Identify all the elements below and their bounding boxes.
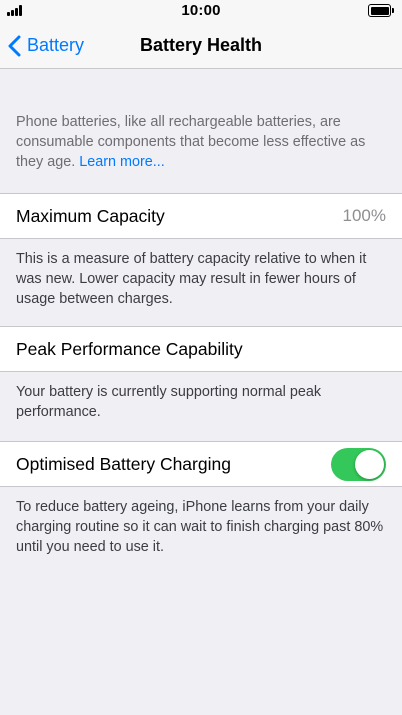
status-bar: 10:00 (0, 0, 402, 22)
toggle-knob (355, 449, 384, 479)
maximum-capacity-footer: This is a measure of battery capacity re… (16, 251, 367, 307)
maximum-capacity-value: 100% (342, 206, 386, 225)
optimised-charging-row: Optimised Battery Charging (0, 441, 402, 487)
status-time: 10:00 (181, 2, 221, 19)
optimised-charging-label: Optimised Battery Charging (16, 453, 231, 474)
peak-performance-row: Peak Performance Capability (0, 326, 402, 372)
peak-performance-footer: Your battery is currently supporting nor… (16, 384, 322, 420)
maximum-capacity-label: Maximum Capacity (16, 205, 165, 226)
optimised-charging-footer: To reduce battery ageing, iPhone learns … (16, 499, 384, 555)
battery-icon (368, 4, 394, 17)
page-title: Battery Health (139, 35, 263, 55)
navigation-bar: Battery Battery Health (0, 22, 402, 69)
maximum-capacity-row: Maximum Capacity 100% (0, 193, 402, 239)
peak-performance-label: Peak Performance Capability (16, 338, 243, 359)
intro-text: Phone batteries, like all rechargeable b… (16, 112, 388, 172)
optimised-charging-toggle[interactable] (331, 447, 386, 481)
intro-description: Phone batteries, like all rechargeable b… (16, 114, 366, 170)
learn-more-link[interactable]: Learn more... (79, 154, 165, 170)
